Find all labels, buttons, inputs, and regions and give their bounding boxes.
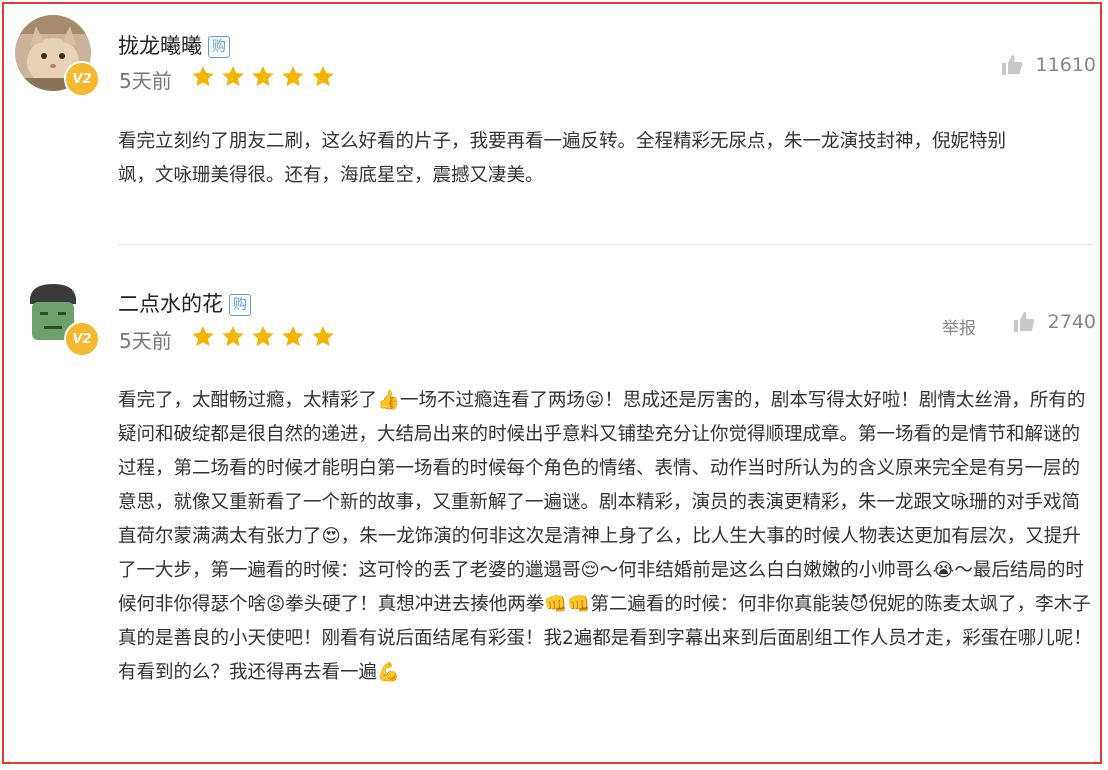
rating-stars — [190, 64, 336, 90]
review-content: 看完了，太酣畅过瘾，太精彩了👍一场不过瘾连看了两场😜！思成还是厉害的，剧本写得太… — [118, 390, 1092, 683]
star-icon — [192, 326, 214, 347]
level-badge: V2 — [64, 321, 100, 357]
review-time: 5天前 — [119, 69, 172, 93]
like-button[interactable]: 2740 — [1012, 310, 1096, 334]
star-icon — [312, 66, 334, 87]
level-badge: V2 — [64, 61, 100, 97]
like-count: 2740 — [1047, 311, 1096, 333]
star-icon — [192, 66, 214, 87]
star-icon — [252, 326, 274, 347]
purchased-tag: 购 — [229, 294, 251, 316]
divider — [118, 244, 1094, 245]
username-text: 二点水的花 — [118, 292, 223, 316]
star-icon — [282, 66, 304, 87]
like-button[interactable]: 11610 — [1000, 53, 1096, 77]
thumbs-up-icon — [1001, 55, 1022, 75]
review-content: 看完立刻约了朋友二刷，这么好看的片子，我要再看一遍反转。全程精彩无尿点，朱一龙演… — [118, 131, 1007, 186]
review-item: V2 二点水的花购 5天前 举报 2740 看完了，太酣畅过瘾，太精彩了👍一场不… — [4, 274, 1100, 764]
review-item: V2 拢龙曦曦购 5天前 11610 看完立刻约了朋友二刷，这么好看的片子，我要… — [4, 4, 1100, 244]
username-text: 拢龙曦曦 — [118, 34, 202, 58]
like-count: 11610 — [1035, 54, 1096, 76]
reviews-panel: V2 拢龙曦曦购 5天前 11610 看完立刻约了朋友二刷，这么好看的片子，我要… — [2, 2, 1102, 764]
avatar-cat[interactable]: V2 — [14, 14, 100, 97]
star-icon — [222, 66, 244, 87]
thumbs-up-icon — [1013, 312, 1034, 332]
avatar-hulk[interactable]: V2 — [14, 274, 100, 357]
rating-stars — [190, 324, 336, 350]
star-icon — [252, 66, 274, 87]
review-time: 5天前 — [119, 329, 172, 353]
username[interactable]: 二点水的花购 — [118, 288, 251, 318]
purchased-tag: 购 — [208, 36, 230, 58]
star-icon — [312, 326, 334, 347]
star-icon — [222, 326, 244, 347]
username[interactable]: 拢龙曦曦购 — [118, 30, 230, 60]
report-button[interactable]: 举报 — [942, 314, 976, 339]
star-icon — [282, 326, 304, 347]
